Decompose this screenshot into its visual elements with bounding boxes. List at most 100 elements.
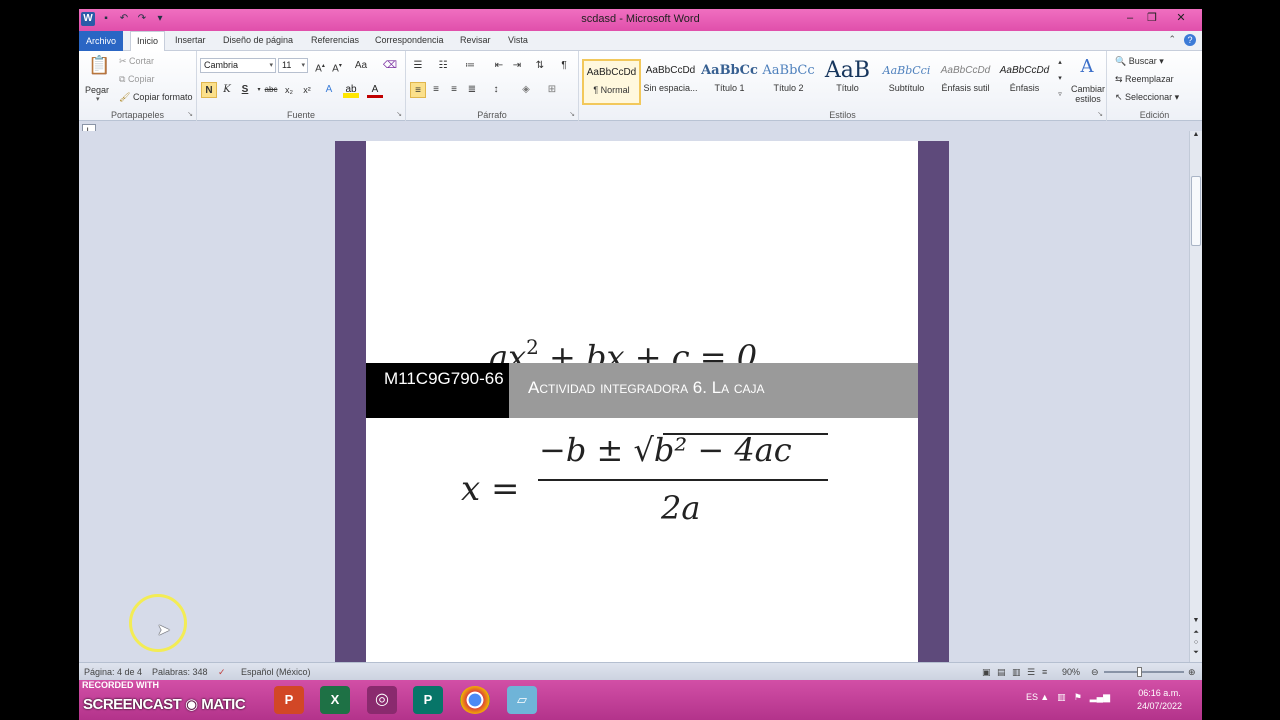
tab-inicio[interactable]: Inicio [130, 31, 166, 52]
style-titulo-1[interactable]: AaBbCc Título 1 [700, 59, 759, 105]
change-case-icon[interactable]: Aa [350, 58, 372, 74]
superscript-button[interactable]: x² [299, 82, 315, 98]
format-painter-button[interactable]: 🖌 Copiar formato [119, 92, 192, 103]
show-marks-icon[interactable]: ¶ [556, 58, 572, 74]
line-spacing-icon[interactable]: ↕ [488, 82, 504, 98]
paste-button[interactable]: Pegar [85, 85, 109, 95]
shrink-font-icon[interactable]: A▾ [329, 58, 345, 74]
tab-insertar[interactable]: Insertar [175, 35, 206, 45]
numbering-icon[interactable]: ☷ [435, 58, 451, 74]
page-count[interactable]: Página: 4 de 4 [84, 667, 142, 677]
italic-button[interactable]: K [219, 82, 235, 98]
multilevel-list-icon[interactable]: ≔ [462, 58, 478, 74]
tab-referencias[interactable]: Referencias [311, 35, 359, 45]
chrome-icon[interactable] [460, 686, 490, 714]
clock[interactable]: 06:16 a.m. 24/07/2022 [1137, 687, 1182, 713]
scroll-down-icon[interactable]: ▼ [1190, 617, 1202, 624]
minimize-button[interactable]: – [1120, 10, 1140, 26]
flag-icon[interactable]: ⚑ [1074, 692, 1082, 703]
select-button[interactable]: ↖ Seleccionar ▾ [1115, 92, 1179, 103]
proofing-icon[interactable]: ✓ [218, 667, 226, 678]
publisher-icon[interactable]: P [413, 686, 443, 714]
paste-dropdown-icon[interactable]: ▾ [96, 95, 100, 103]
style-subtitulo[interactable]: AaBbCci Subtítulo [877, 59, 936, 105]
bold-button[interactable]: N [201, 82, 217, 98]
full-screen-icon[interactable]: ▤ [997, 667, 1006, 678]
outline-icon[interactable]: ☰ [1027, 667, 1035, 678]
language-indicator[interactable]: Español (México) [241, 667, 311, 677]
borders-icon[interactable]: ⊞ [544, 82, 560, 98]
zoom-out-icon[interactable]: ⊖ [1091, 667, 1099, 678]
clipboard-launcher-icon[interactable]: ↘ [187, 110, 193, 118]
font-size-combo[interactable]: 11 ▾ [278, 58, 308, 73]
vertical-scrollbar[interactable]: ▲ ▼ ⏶ ○ ⏷ [1189, 131, 1202, 662]
style-normal[interactable]: AaBbCcDd ¶ Normal [582, 59, 641, 105]
replace-button[interactable]: ⇆ Reemplazar [1115, 74, 1174, 85]
word-count[interactable]: Palabras: 348 [152, 667, 208, 677]
style-titulo-2[interactable]: AaBbCc Título 2 [759, 59, 818, 105]
tray-expand-icon[interactable]: ▲ [1040, 692, 1049, 703]
restore-button[interactable]: ❐ [1142, 10, 1162, 26]
subscript-button[interactable]: x₂ [281, 82, 297, 98]
style-sin-espaciado[interactable]: AaBbCcDd Sin espacia... [641, 59, 700, 105]
increase-indent-icon[interactable]: ⇥ [509, 58, 525, 74]
scroll-up-icon[interactable]: ▲ [1190, 131, 1202, 138]
zoom-slider[interactable] [1104, 671, 1184, 673]
help-icon[interactable]: ? [1184, 34, 1196, 46]
media-player-icon[interactable]: ◎ [367, 686, 397, 714]
decrease-indent-icon[interactable]: ⇤ [491, 58, 507, 74]
align-center-icon[interactable]: ≡ [428, 82, 444, 98]
next-page-icon[interactable]: ⏷ [1190, 649, 1202, 657]
browse-object-icon[interactable]: ○ [1190, 639, 1202, 646]
clear-format-icon[interactable]: ⌫ [382, 58, 398, 74]
tab-correspondencia[interactable]: Correspondencia [375, 35, 444, 45]
draft-icon[interactable]: ≡ [1042, 667, 1047, 677]
change-styles-button[interactable]: Cambiar estilos [1070, 84, 1106, 104]
text-effects-icon[interactable]: A [321, 82, 337, 98]
minimize-ribbon-icon[interactable]: ⌃ [1168, 34, 1176, 46]
justify-icon[interactable]: ≣ [464, 82, 480, 98]
print-layout-icon[interactable]: ▣ [982, 667, 991, 678]
zoom-in-icon[interactable]: ⊕ [1188, 667, 1196, 678]
font-color-icon[interactable]: A [367, 82, 383, 98]
change-styles-icon[interactable]: A [1077, 58, 1097, 81]
tab-archivo[interactable]: Archivo [79, 31, 123, 51]
close-button[interactable]: ✕ [1164, 10, 1198, 26]
paragraph-launcher-icon[interactable]: ↘ [569, 110, 575, 118]
zoom-slider-thumb[interactable] [1137, 667, 1142, 677]
web-layout-icon[interactable]: ▥ [1012, 667, 1021, 678]
input-language[interactable]: ES [1026, 692, 1038, 702]
highlight-icon[interactable]: ab [343, 82, 359, 98]
cut-button[interactable]: ✂ Cortar [119, 56, 154, 67]
bullets-icon[interactable]: ☰ [410, 58, 426, 74]
signal-icon[interactable]: ▂▄▆ [1090, 692, 1110, 703]
align-left-icon[interactable]: ≡ [410, 82, 426, 98]
powerpoint-icon[interactable]: P [274, 686, 304, 714]
scrollbar-thumb[interactable] [1191, 176, 1201, 246]
font-name-combo[interactable]: Cambria ▾ [200, 58, 276, 73]
shading-icon[interactable]: ◈ [518, 82, 534, 98]
styles-more-icon[interactable]: ▿ [1055, 87, 1065, 103]
grow-font-icon[interactable]: A▴ [312, 58, 328, 74]
document-area[interactable]: ax2 + bx + c = 0 M11C9G790-66 Actividad … [79, 131, 1189, 662]
strikethrough-button[interactable]: abc [263, 82, 279, 98]
copy-button[interactable]: ⧉ Copiar [119, 74, 154, 85]
zoom-level[interactable]: 90% [1062, 667, 1080, 677]
font-launcher-icon[interactable]: ↘ [396, 110, 402, 118]
prev-page-icon[interactable]: ⏶ [1190, 629, 1202, 637]
sort-icon[interactable]: ⇅ [532, 58, 548, 74]
style-enfasis-sutil[interactable]: AaBbCcDd Énfasis sutil [936, 59, 995, 105]
style-enfasis[interactable]: AaBbCcDd Énfasis [995, 59, 1054, 105]
excel-icon[interactable]: X [320, 686, 350, 714]
notes-icon[interactable]: ▱ [507, 686, 537, 714]
align-right-icon[interactable]: ≡ [446, 82, 462, 98]
page-content[interactable]: ax2 + bx + c = 0 M11C9G790-66 Actividad … [366, 141, 918, 662]
styles-scroll-down-icon[interactable]: ▾ [1055, 71, 1065, 87]
network-icon[interactable]: ▥ [1057, 692, 1066, 703]
styles-launcher-icon[interactable]: ↘ [1097, 110, 1103, 118]
tab-vista[interactable]: Vista [508, 35, 528, 45]
paste-icon[interactable]: 📋 [88, 56, 110, 81]
tab-diseno[interactable]: Diseño de página [223, 35, 293, 45]
style-titulo[interactable]: AaB Título [818, 59, 877, 105]
styles-scroll-up-icon[interactable]: ▴ [1055, 55, 1065, 71]
